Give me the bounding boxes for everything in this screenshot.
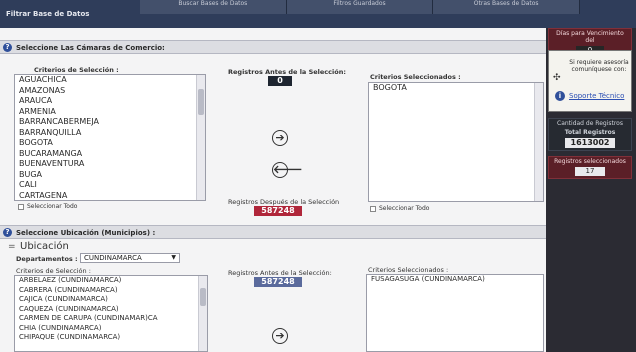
- list-item[interactable]: AGUACHICA: [15, 75, 205, 86]
- checkbox[interactable]: [18, 203, 24, 210]
- criteria-listbox[interactable]: AGUACHICA AMAZONAS ARAUCA ARMENIA BARRANCABE…: [14, 74, 206, 201]
- list-item[interactable]: CAQUEZA (CUNDINAMARCA): [15, 305, 207, 315]
- before-selection-label: Registros Antes de la Selección:: [228, 68, 346, 76]
- page-title: Filtrar Base de Datos: [6, 10, 90, 18]
- scrollbar-thumb[interactable]: [198, 89, 204, 115]
- selected-criteria-label-2: Criterios Seleccionados :: [368, 266, 449, 274]
- selected-municipios-listbox[interactable]: FUSAGASUGA (CUNDINAMARCA): [366, 274, 544, 352]
- section-ubicacion-title: Seleccione Ubicación (Municipios) :: [16, 229, 156, 237]
- tab-buscar-bases[interactable]: Buscar Bases de Datos: [140, 0, 287, 14]
- top-tabs: Buscar Bases de Datos Filtros Guardados …: [140, 0, 581, 14]
- days-label: Días para Vencimiento del: [556, 30, 624, 44]
- info-icon: i: [555, 91, 565, 101]
- scrollbar[interactable]: [196, 75, 205, 200]
- ubicacion-subheader: Ubicación: [20, 241, 69, 252]
- list-item[interactable]: ARMENIA: [15, 107, 205, 118]
- section-camaras-header: ? Seleccione Las Cámaras de Comercio:: [0, 40, 546, 54]
- selected-criteria-listbox[interactable]: BOGOTA: [368, 82, 544, 202]
- total-label: Total Registros: [564, 129, 616, 136]
- select-all-left-label: Seleccionar Todo: [27, 203, 78, 210]
- help-icon: ?: [3, 228, 12, 237]
- list-item[interactable]: FUSAGASUGA (CUNDINAMARCA): [367, 275, 543, 285]
- criteria-list: AGUACHICA AMAZONAS ARAUCA ARMENIA BARRANCABE…: [15, 75, 205, 201]
- before-selection-count-2: 587248: [254, 277, 302, 287]
- remove-arrow-button[interactable]: 🡐: [272, 162, 303, 178]
- scrollbar[interactable]: [534, 83, 543, 201]
- selected-criteria-label: Criterios Seleccionados :: [370, 73, 461, 81]
- tab-filtros-guardados[interactable]: Filtros Guardados: [286, 0, 434, 14]
- list-item[interactable]: BUCARAMANGA: [15, 149, 205, 160]
- selected-count-panel: Registros seleccionados 17: [548, 156, 632, 179]
- section-camaras-title: Seleccione Las Cámaras de Comercio:: [16, 44, 165, 52]
- dept-label: Departamentos :: [16, 255, 78, 263]
- municipios-listbox[interactable]: ARBELAEZ (CUNDINAMARCA) CABRERA (CUNDINAM…: [14, 275, 208, 352]
- before-selection-label-2: Registros Antes de la Selección:: [228, 269, 332, 277]
- collapse-icon[interactable]: =: [8, 242, 16, 252]
- list-item[interactable]: BUGA: [15, 170, 205, 181]
- list-item[interactable]: ARBELAEZ (CUNDINAMARCA): [15, 276, 207, 286]
- top-nav-bar: Buscar Bases de Datos Filtros Guardados …: [0, 0, 636, 28]
- municipios-list: ARBELAEZ (CUNDINAMARCA) CABRERA (CUNDINAM…: [15, 276, 207, 343]
- after-selection-count: 587248: [254, 206, 302, 216]
- tab-otras-bases[interactable]: Otras Bases de Datos: [433, 0, 581, 14]
- select-all-right-row[interactable]: Seleccionar Todo: [370, 205, 429, 212]
- move-icon[interactable]: ✣: [553, 73, 561, 83]
- after-selection-label: Registros Después de la Selección: [228, 198, 340, 206]
- total-registros-box: Cantidad de Registros Total Registros 16…: [548, 118, 632, 151]
- checkbox[interactable]: [370, 205, 376, 212]
- list-item[interactable]: BARRANQUILLA: [15, 128, 205, 139]
- selected-count-label: Registros seleccionados: [554, 158, 626, 165]
- main-panel: ? Seleccione Las Cámaras de Comercio: Cr…: [0, 28, 546, 352]
- selected-list: BOGOTA: [369, 83, 543, 94]
- list-item[interactable]: CHIPAQUE (CUNDINAMARCA): [15, 333, 207, 343]
- list-item[interactable]: ARAUCA: [15, 96, 205, 107]
- list-item[interactable]: BUENAVENTURA: [15, 159, 205, 170]
- select-all-right-label: Seleccionar Todo: [379, 205, 430, 212]
- list-item[interactable]: BOGOTA: [15, 138, 205, 149]
- total-value: 1613002: [565, 138, 615, 148]
- list-item[interactable]: CARTAGENA: [15, 191, 205, 201]
- section-ubicacion-header: ? Seleccione Ubicación (Municipios) :: [0, 225, 546, 239]
- count-label: Cantidad de Registros: [557, 120, 623, 127]
- add-arrow-button-2[interactable]: ➔: [272, 328, 288, 344]
- select-all-left-row[interactable]: Seleccionar Todo: [18, 203, 77, 210]
- dept-select-value: CUNDINAMARCA: [84, 254, 142, 262]
- scrollbar[interactable]: [198, 276, 207, 351]
- list-item[interactable]: CALI: [15, 180, 205, 191]
- list-item[interactable]: BOGOTA: [369, 83, 543, 94]
- criteria-label-2: Criterios de Selección :: [16, 267, 91, 275]
- support-card: ✣ Si requiere asesoría comuníquese con: …: [548, 50, 632, 112]
- chevron-down-icon: ▼: [171, 254, 176, 261]
- list-item[interactable]: CHIA (CUNDINAMARCA): [15, 324, 207, 334]
- list-item[interactable]: CAJICA (CUNDINAMARCA): [15, 295, 207, 305]
- advice-text: Si requiere asesoría comuníquese con:: [569, 59, 629, 73]
- selected-count-value: 17: [575, 167, 605, 176]
- selected-municipios-list: FUSAGASUGA (CUNDINAMARCA): [367, 275, 543, 285]
- before-selection-count: 0: [268, 76, 292, 86]
- list-item[interactable]: CARMEN DE CARUPA (CUNDINAMAR)CA: [15, 314, 207, 324]
- list-item[interactable]: AMAZONAS: [15, 86, 205, 97]
- scrollbar-thumb[interactable]: [200, 288, 206, 306]
- add-arrow-button[interactable]: ➔: [272, 130, 288, 146]
- list-item[interactable]: CABRERA (CUNDINAMARCA): [15, 286, 207, 296]
- criteria-label: Criterios de Selección :: [34, 66, 119, 74]
- help-icon: ?: [3, 43, 12, 52]
- dept-select[interactable]: CUNDINAMARCA ▼: [80, 253, 180, 263]
- support-link[interactable]: Soporte Técnico: [569, 92, 624, 100]
- list-item[interactable]: BARRANCABERMEJA: [15, 117, 205, 128]
